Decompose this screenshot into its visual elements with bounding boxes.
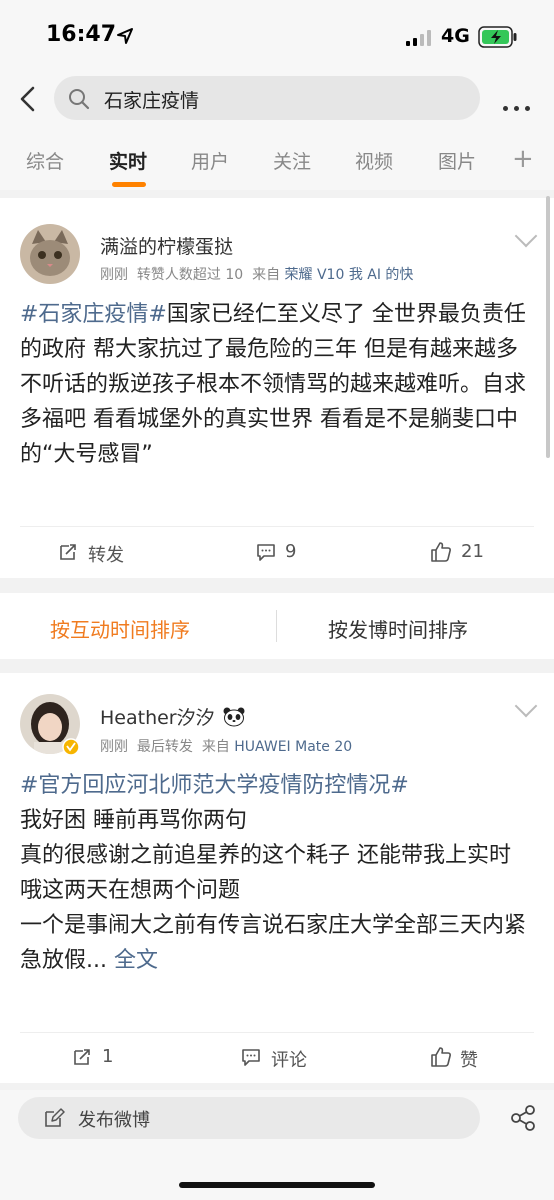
post2-repost-icon[interactable] — [72, 1047, 92, 1067]
panda-emoji-icon — [223, 707, 245, 727]
post1-content: #石家庄疫情#国家已经仁至义尽了 全世界最负责任的政府 帮大家抗过了最危险的三年… — [20, 297, 536, 472]
post2-like-icon[interactable] — [430, 1046, 452, 1068]
post2-time: 刚刚 — [100, 739, 128, 755]
tab-all[interactable]: 综合 — [26, 147, 64, 174]
comment-icon[interactable] — [256, 542, 276, 562]
like-icon[interactable] — [430, 541, 452, 563]
post2-comment-button[interactable]: 评论 — [271, 1046, 307, 1072]
post2-meta: 刚刚 最后转发 来自 HUAWEI Mate 20 — [100, 736, 352, 756]
home-indicator[interactable] — [179, 1182, 375, 1188]
post2-line-2: 真的很感谢之前追星养的这个耗子 还能带我上实时 — [20, 843, 511, 868]
tab-realtime[interactable]: 实时 — [109, 147, 147, 174]
share-icon[interactable] — [509, 1105, 537, 1131]
verified-badge-icon — [62, 738, 80, 756]
post2-divider — [20, 1032, 534, 1033]
edit-icon — [45, 1108, 65, 1127]
tab-users[interactable]: 用户 — [191, 147, 229, 174]
battery-charging-icon — [478, 26, 517, 48]
post1-comment-count[interactable]: 9 — [285, 541, 296, 562]
location-arrow-icon — [117, 28, 133, 44]
add-tab-icon[interactable]: + — [512, 146, 534, 172]
network-label: 4G — [441, 25, 470, 47]
post2-note: 最后转发 — [136, 739, 193, 755]
post2-hashtag[interactable]: #官方回应河北师范大学疫情防控情况# — [20, 768, 536, 803]
post2-source[interactable]: HUAWEI Mate 20 — [234, 739, 352, 755]
post1-username[interactable]: 满溢的柠檬蛋挞 — [100, 232, 233, 259]
compose-placeholder[interactable]: 发布微博 — [78, 1106, 150, 1132]
sort-by-post-time[interactable]: 按发博时间排序 — [328, 614, 468, 643]
post1-time: 刚刚 — [100, 267, 128, 283]
search-query[interactable]: 石家庄疫情 — [104, 86, 199, 113]
post2-line-4-wrap: 一个是事闹大之前有传言说石家庄大学全部三天内紧急放假... 全文 — [20, 908, 536, 978]
search-icon — [69, 89, 90, 110]
tab-following[interactable]: 关注 — [273, 147, 311, 174]
sort-by-interaction[interactable]: 按互动时间排序 — [50, 614, 190, 643]
full-text-link[interactable]: 全文 — [114, 948, 158, 973]
post2-comment-icon[interactable] — [241, 1047, 261, 1067]
post1-source[interactable]: 荣耀 V10 我 AI 的快 — [285, 267, 414, 283]
scrollbar[interactable] — [546, 196, 550, 458]
post1-divider — [20, 526, 534, 527]
post2-username[interactable]: Heather汐汐 — [100, 707, 215, 729]
post2-content: #官方回应河北师范大学疫情防控情况# 我好困 睡前再骂你两句 真的很感谢之前追星… — [20, 768, 536, 978]
active-tab-indicator — [112, 182, 146, 187]
post2-like-button[interactable]: 赞 — [460, 1046, 478, 1072]
post2-repost-count[interactable]: 1 — [102, 1046, 113, 1067]
post2-line-4: 一个是事闹大之前有传言说石家庄大学全部三天内紧急放假... — [20, 913, 527, 973]
avatar-cat[interactable] — [20, 224, 80, 284]
repost-icon[interactable] — [58, 542, 78, 562]
post1-hashtag[interactable]: #石家庄疫情# — [20, 302, 167, 327]
post1-meta: 刚刚 转赞人数超过 10 来自 荣耀 V10 我 AI 的快 — [100, 264, 413, 284]
post2-username-row[interactable]: Heather汐汐 — [100, 703, 245, 730]
post1-like-count[interactable]: 21 — [461, 541, 484, 562]
signal-icon — [406, 30, 431, 46]
post1-from: 来自 — [252, 267, 281, 283]
post2-line-1: 我好困 睡前再骂你两句 — [20, 808, 247, 833]
sort-separator — [276, 610, 277, 642]
post1-note: 转赞人数超过 10 — [136, 267, 244, 283]
post2-from: 来自 — [201, 739, 230, 755]
status-time: 16:47 — [46, 22, 117, 47]
tab-videos[interactable]: 视频 — [355, 147, 393, 174]
tab-pictures[interactable]: 图片 — [438, 147, 476, 174]
post2-line-3: 哦这两天在想两个问题 — [20, 878, 241, 903]
post1-repost-button[interactable]: 转发 — [88, 541, 124, 567]
back-arrow-icon[interactable] — [14, 84, 44, 114]
more-options-icon[interactable] — [503, 96, 536, 115]
